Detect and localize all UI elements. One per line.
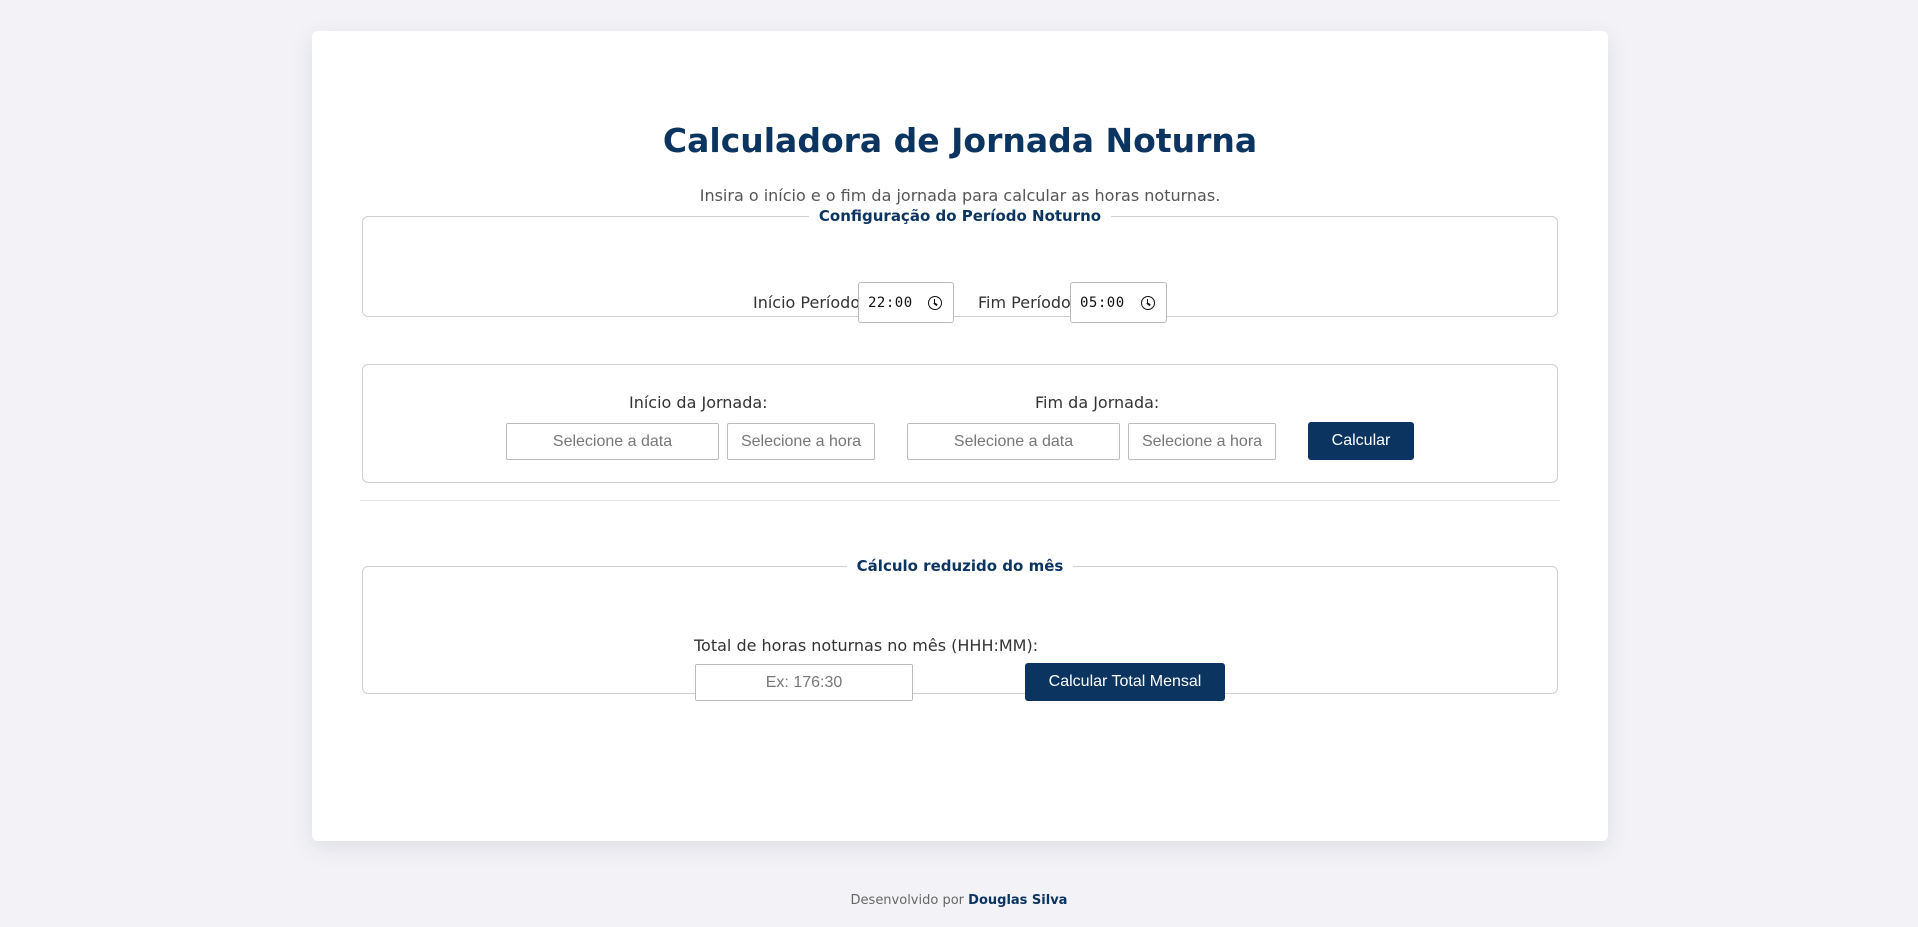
night-period-legend: Configuração do Período Noturno bbox=[818, 207, 1102, 225]
period-end-label: Fim Período: bbox=[978, 293, 1077, 312]
monthly-total-label: Total de horas noturnas no mês (HHH:MM): bbox=[694, 636, 1039, 655]
shift-start-date-input[interactable]: Selecione a data bbox=[506, 423, 719, 460]
period-start-value: 22:00 bbox=[868, 295, 913, 311]
clock-icon[interactable] bbox=[1141, 296, 1155, 310]
period-start-label: Início Período: bbox=[753, 293, 866, 312]
period-start-input[interactable]: 22:00 bbox=[858, 282, 954, 323]
clock-icon[interactable] bbox=[928, 296, 942, 310]
footer-prefix: Desenvolvido por bbox=[850, 893, 965, 908]
footer-author-link[interactable]: Douglas Silva bbox=[968, 893, 1067, 908]
page-subtitle: Insira o início e o fim da jornada para … bbox=[699, 186, 1221, 205]
monthly-fieldset: Cálculo reduzido do mês bbox=[362, 557, 1558, 694]
night-period-fieldset: Configuração do Período Noturno bbox=[362, 207, 1558, 317]
calculate-monthly-button[interactable]: Calcular Total Mensal bbox=[1025, 663, 1225, 701]
period-end-value: 05:00 bbox=[1080, 295, 1125, 311]
monthly-legend: Cálculo reduzido do mês bbox=[856, 557, 1064, 575]
monthly-total-input[interactable]: Ex: 176:30 bbox=[695, 664, 913, 701]
page-title: Calculadora de Jornada Noturna bbox=[662, 121, 1258, 160]
shift-end-date-input[interactable]: Selecione a data bbox=[907, 423, 1120, 460]
shift-start-label: Início da Jornada: bbox=[629, 393, 768, 412]
shift-end-time-input[interactable]: Selecione a hora bbox=[1128, 423, 1276, 460]
section-divider bbox=[360, 500, 1560, 501]
calculate-button[interactable]: Calcular bbox=[1308, 422, 1414, 460]
shift-start-time-input[interactable]: Selecione a hora bbox=[727, 423, 875, 460]
period-end-input[interactable]: 05:00 bbox=[1070, 282, 1167, 323]
main-card: Calculadora de Jornada Noturna Insira o … bbox=[312, 31, 1608, 841]
shift-end-label: Fim da Jornada: bbox=[1035, 393, 1160, 412]
footer: Desenvolvido por Douglas Silva bbox=[0, 893, 1918, 908]
